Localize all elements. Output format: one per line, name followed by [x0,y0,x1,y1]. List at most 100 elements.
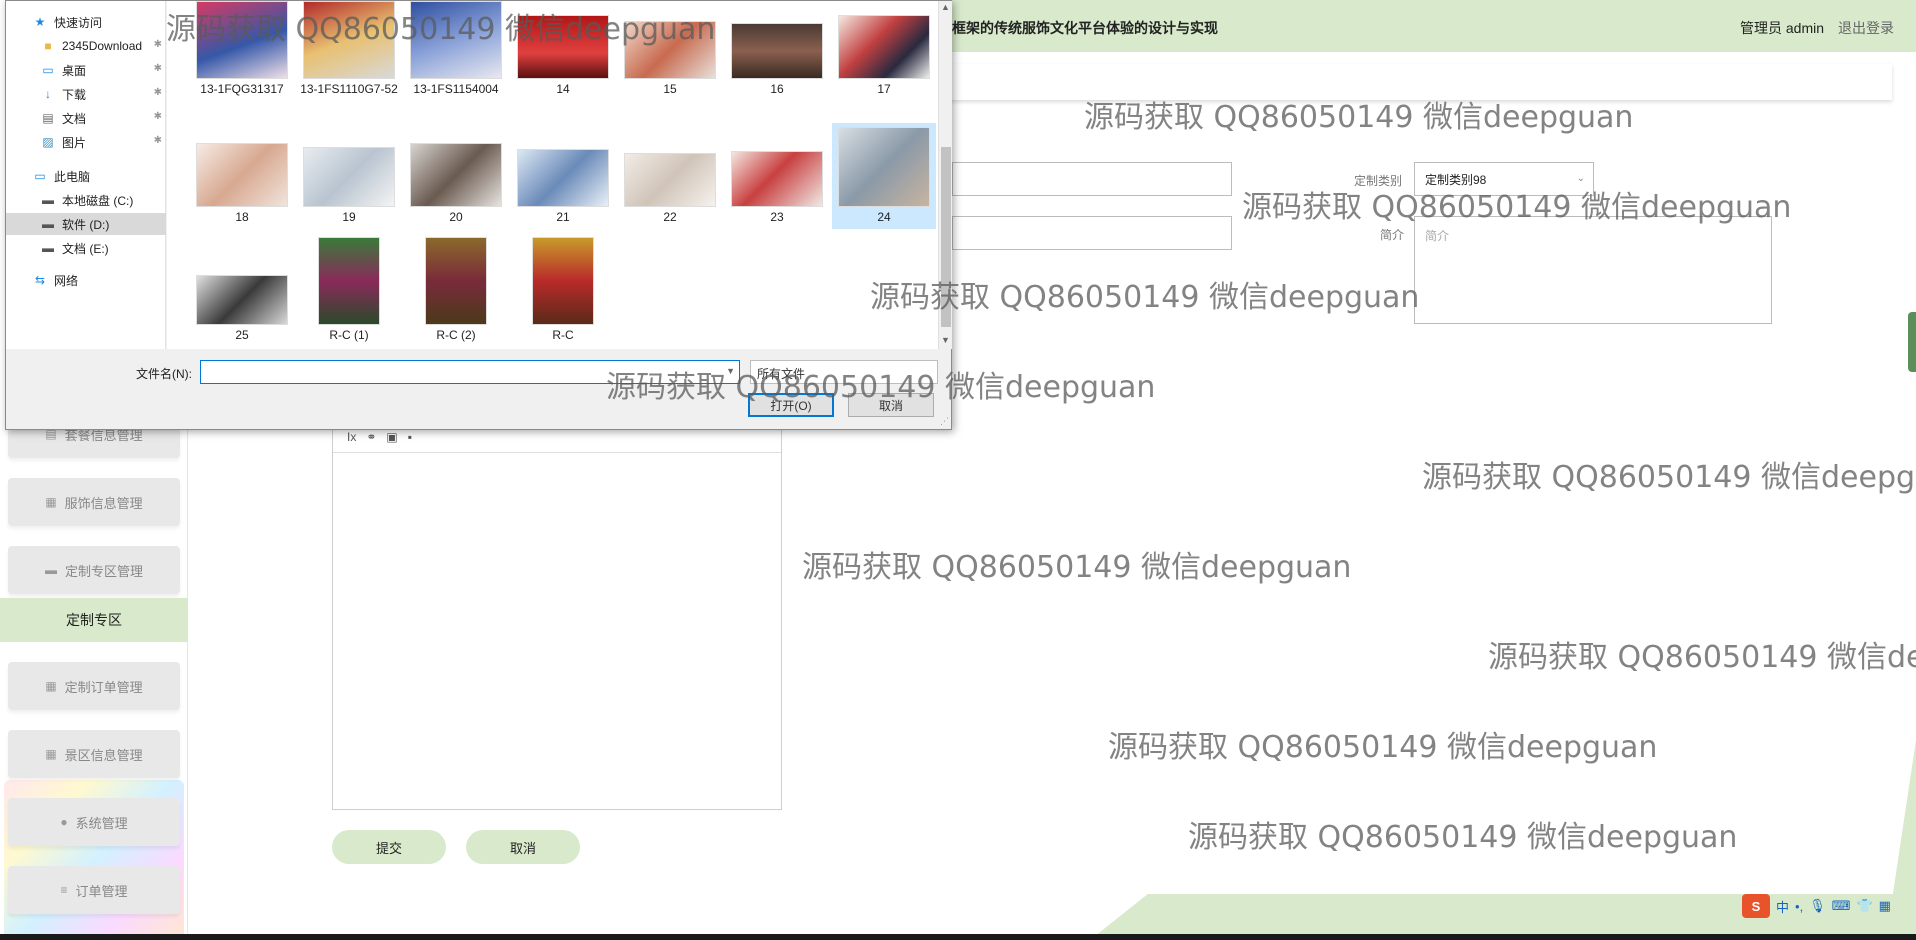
drive-icon: ▬ [42,217,54,231]
side-handle[interactable] [1908,312,1916,372]
file-thumbnail[interactable]: 21 [511,149,615,225]
filetype-select[interactable]: 所有文件 [750,360,938,384]
category-label: 定制类别 [1354,174,1403,188]
file-list-scrollbar[interactable]: ▲ ▼ [938,1,952,349]
nav-label: 快速访问 [54,15,103,30]
file-thumbnail[interactable]: 20 [404,143,508,225]
file-thumbnail[interactable]: 18 [190,143,294,225]
file-thumbnail-selected[interactable]: 24 [832,123,936,229]
category-select[interactable]: 定制类别98 ⌄ [1414,162,1594,196]
file-thumbnail[interactable]: 17 [832,15,936,97]
file-thumbnail[interactable]: R-C (1) [297,237,401,343]
file-open-dialog: ★ 快速访问 ■ 2345Download ✱ ▭ 桌面 ✱ ↓ 下载 ✱ ▤ … [5,0,952,430]
logout-link[interactable]: 退出登录 [1838,18,1894,38]
folder-icon: ■ [44,39,52,53]
intro-placeholder: 简介 [1425,229,1450,243]
scroll-down-icon[interactable]: ▼ [941,335,950,345]
nav-pictures[interactable]: ▨ 图片 ✱ [6,131,166,153]
document-icon: ▤ [42,111,54,125]
file-name: 13-1FS1154004 [413,82,499,96]
open-button[interactable]: 打开(O) [748,393,834,417]
file-thumbnail[interactable]: R-C [511,237,615,343]
nav-documents[interactable]: ▤ 文档 ✱ [6,107,166,129]
sidebar-item-clothing[interactable]: ▦ 服饰信息管理 [8,478,180,526]
grid-icon: ▦ [45,495,57,509]
monitor-icon: ▬ [44,563,57,577]
toolbox-icon[interactable]: ▦ [1879,898,1891,914]
file-name: 22 [663,210,677,224]
nav-drive-d[interactable]: ▬ 软件 (D:) [6,213,166,235]
file-name: 24 [877,210,891,224]
nav-quick-access[interactable]: ★ 快速访问 [6,11,166,33]
secondary-field[interactable] [952,216,1232,250]
nav-this-pc[interactable]: ▭ 此电脑 [6,165,166,187]
nav-label: 软件 (D:) [62,217,110,232]
location-icon: ● [60,815,68,829]
punctuation-icon[interactable]: •, [1795,899,1803,914]
sidebar-item-orders[interactable]: ≡ 订单管理 [8,866,180,914]
resize-grip-icon[interactable]: ⋰ [940,416,949,427]
file-name: 18 [235,210,249,224]
watermark-text: 源码获取 QQ86050149 微信deepguan [1108,730,1658,765]
image-thumbnail [838,15,930,79]
file-thumbnail[interactable]: 16 [725,23,829,97]
nav-downloads[interactable]: ↓ 下载 ✱ [6,83,166,105]
file-name: 20 [449,210,463,224]
nav-network[interactable]: ⇆ 网络 [6,269,166,291]
file-thumbnail[interactable]: 19 [297,147,401,225]
file-thumbnail[interactable]: 23 [725,151,829,225]
chevron-down-icon[interactable]: ▼ [726,366,735,376]
skin-icon[interactable]: 👕 [1856,898,1872,914]
file-name: R-C (1) [329,328,369,342]
filename-input[interactable]: ▼ [200,360,740,384]
ime-mode-indicator[interactable]: 中 [1776,897,1789,916]
sidebar-item-system[interactable]: ● 系统管理 [8,798,180,846]
image-thumbnail [410,1,502,79]
sidebar-item-custom-zone[interactable]: 定制专区 [0,598,188,642]
image-thumbnail [731,151,823,207]
ime-logo-icon[interactable]: S [1742,894,1770,918]
file-thumbnail[interactable]: 13-1FQG31317 [190,1,294,97]
submit-button[interactable]: 提交 [332,830,446,864]
sidebar-item-label: 景区信息管理 [64,747,143,763]
name-field[interactable] [952,162,1232,196]
nav-2345download[interactable]: ■ 2345Download ✱ [6,35,166,57]
filename-label: 文件名(N): [136,367,192,381]
sidebar-item-label: 定制专区 [66,612,122,628]
dialog-cancel-button[interactable]: 取消 [848,393,934,417]
computer-icon: ▭ [34,169,46,183]
watermark-text: 源码获取 QQ86050149 微信deepguan [1188,820,1738,855]
scrollbar-thumb[interactable] [941,147,951,327]
microphone-icon[interactable]: 🎙 [1809,898,1826,914]
file-thumbnail[interactable]: 13-1FS1110G7-52 [297,1,401,97]
keyboard-icon[interactable]: ⌨ [1832,898,1851,914]
file-name: 17 [877,82,891,96]
chevron-down-icon: ⌄ [1576,173,1585,184]
file-thumbnail[interactable]: 13-1FS1154004 [404,1,508,97]
file-name: 15 [663,82,677,96]
grid-icon: ▦ [45,679,57,693]
intro-textarea[interactable]: 简介 [1414,216,1772,324]
sidebar-item-custom-zone-mgmt[interactable]: ▬ 定制专区管理 [8,546,180,594]
file-thumbnail[interactable]: 14 [511,15,615,97]
save-icon[interactable]: ▪ [408,430,412,444]
nav-desktop[interactable]: ▭ 桌面 ✱ [6,59,166,81]
file-thumbnail[interactable]: 15 [618,21,722,97]
nav-drive-c[interactable]: ▬ 本地磁盘 (C:) [6,189,166,211]
file-thumbnail[interactable]: 22 [618,153,722,225]
file-thumbnail[interactable]: R-C (2) [404,237,508,343]
image-icon[interactable]: ▣ [386,430,397,444]
clear-format-icon[interactable]: Ix [347,430,356,444]
nav-drive-e[interactable]: ▬ 文档 (E:) [6,237,166,259]
rich-text-editor[interactable]: Ix ⚭ ▣ ▪ [332,420,782,810]
scroll-up-icon[interactable]: ▲ [941,2,950,12]
watermark-text: 源码获取 QQ86050149 微信deepguan [1422,460,1916,495]
link-icon[interactable]: ⚭ [366,430,376,444]
app-title: 框架的传统服饰文化平台体验的设计与实现 [952,20,1218,36]
file-name: 16 [770,82,784,96]
file-thumbnail[interactable]: 25 [190,275,294,343]
sidebar-item-scenic[interactable]: ▦ 景区信息管理 [8,730,180,778]
grid-icon: ▦ [45,747,57,761]
sidebar-item-custom-orders[interactable]: ▦ 定制订单管理 [8,662,180,710]
cancel-button[interactable]: 取消 [466,830,580,864]
